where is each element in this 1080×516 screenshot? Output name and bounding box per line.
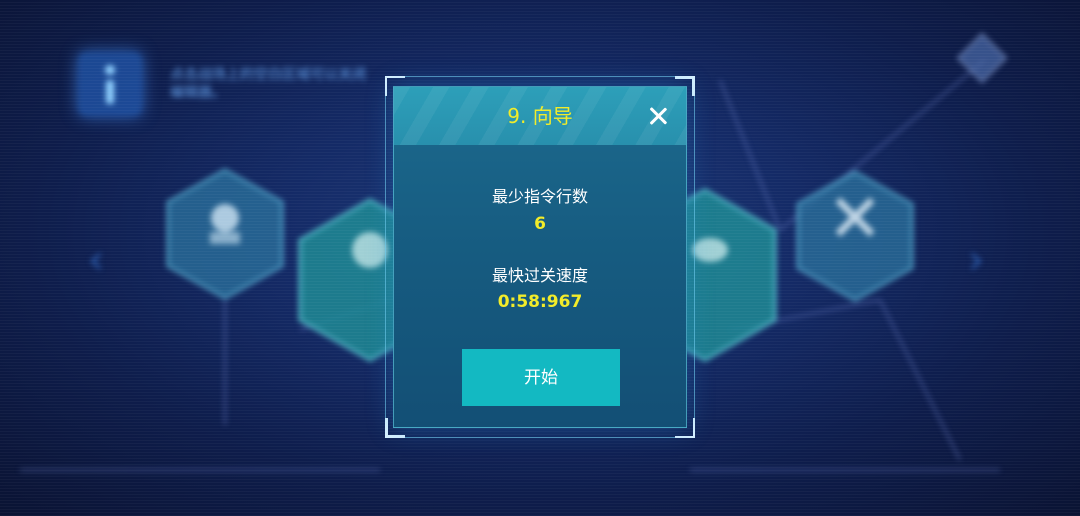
close-icon[interactable] xyxy=(648,106,668,126)
min-lines-value: 6 xyxy=(534,214,546,234)
start-button[interactable]: 开始 xyxy=(462,349,620,406)
level-node-hexagon[interactable] xyxy=(166,168,284,300)
chevron-right-icon[interactable]: › xyxy=(968,240,984,280)
info-icon[interactable] xyxy=(78,52,142,116)
hint-text: 点击战场上的空白区域可以关闭编辑器。 xyxy=(170,67,366,101)
best-time-label: 最快过关速度 xyxy=(491,266,588,285)
level-dialog: 9. 向导 最少指令行数 6 最快过关速度 0:58:967 开始 xyxy=(393,86,687,428)
diamond-icon[interactable] xyxy=(956,32,1008,84)
min-lines-label: 最少指令行数 xyxy=(491,187,588,206)
best-time-value: 0:58:967 xyxy=(497,292,583,312)
level-node-hexagon[interactable] xyxy=(796,170,914,302)
chevron-left-icon[interactable]: ‹ xyxy=(88,240,104,280)
dialog-title: 9. 向导 xyxy=(507,104,573,128)
